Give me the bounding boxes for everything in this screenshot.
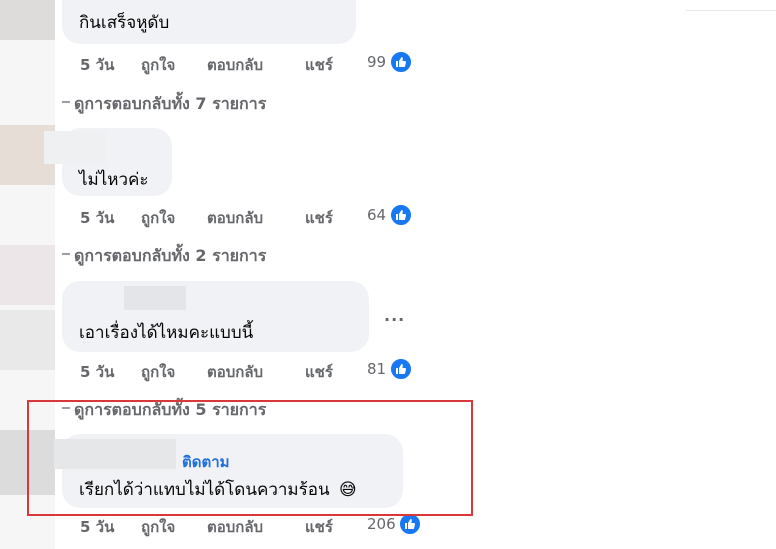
comment-actions: 5 วัน ถูกใจ ตอบกลับ แชร์ 64	[80, 206, 420, 228]
reaction-count[interactable]: 206	[367, 515, 396, 533]
reaction-count[interactable]: 81	[367, 360, 386, 378]
comment-bubble: ไม่ไหวค่ะ	[44, 128, 172, 196]
share-link[interactable]: แชร์	[305, 515, 333, 539]
like-link[interactable]: ถูกใจ	[141, 206, 175, 230]
view-replies-label: ดูการตอบกลับทั้ง 7 รายการ	[74, 94, 267, 113]
comment-time[interactable]: 5 วัน	[80, 206, 114, 230]
author-name[interactable]	[124, 286, 186, 310]
reaction-count[interactable]: 99	[367, 53, 386, 71]
highlight-box	[27, 400, 473, 516]
reply-link[interactable]: ตอบกลับ	[207, 360, 263, 384]
comment-bubble: เอาเรื่องได้ไหมคะแบบนี้	[62, 281, 369, 352]
avatar[interactable]	[0, 0, 55, 40]
avatar[interactable]	[0, 245, 55, 305]
comment-text: ไม่ไหวค่ะ	[79, 170, 149, 190]
view-replies-label: ดูการตอบกลับทั้ง 2 รายการ	[74, 246, 267, 265]
author-name[interactable]	[44, 131, 106, 164]
thumbs-up-icon[interactable]	[399, 513, 421, 535]
more-options-icon[interactable]: ...	[384, 306, 405, 325]
comment-text: เอาเรื่องได้ไหมคะแบบนี้	[79, 323, 254, 343]
thumbs-up-icon[interactable]	[390, 204, 412, 226]
comment-time[interactable]: 5 วัน	[80, 53, 114, 77]
share-link[interactable]: แชร์	[305, 53, 333, 77]
like-link[interactable]: ถูกใจ	[141, 360, 175, 384]
reply-link[interactable]: ตอบกลับ	[207, 515, 263, 539]
comment-actions: 5 วัน ถูกใจ ตอบกลับ แชร์ 81	[80, 360, 420, 382]
comment-text: กินเสร็จหูดับ	[79, 13, 170, 33]
comment-bubble: กินเสร็จหูดับ	[62, 0, 356, 44]
share-link[interactable]: แชร์	[305, 206, 333, 230]
thumbs-up-icon[interactable]	[390, 51, 412, 73]
comment-actions: 5 วัน ถูกใจ ตอบกลับ แชร์ 206	[80, 515, 420, 537]
reply-link[interactable]: ตอบกลับ	[207, 53, 263, 77]
view-replies-link[interactable]: ดูการตอบกลับทั้ง 2 รายการ	[62, 244, 362, 265]
like-link[interactable]: ถูกใจ	[141, 53, 175, 77]
comment-time[interactable]: 5 วัน	[80, 515, 114, 539]
reply-thread-line	[62, 101, 70, 103]
comment-actions: 5 วัน ถูกใจ ตอบกลับ แชร์ 99	[80, 53, 420, 75]
like-link[interactable]: ถูกใจ	[141, 515, 175, 539]
avatar[interactable]	[0, 310, 55, 370]
reply-link[interactable]: ตอบกลับ	[207, 206, 263, 230]
reply-thread-line	[62, 253, 70, 255]
comment-time[interactable]: 5 วัน	[80, 360, 114, 384]
share-link[interactable]: แชร์	[305, 360, 333, 384]
thumbs-up-icon[interactable]	[390, 358, 412, 380]
divider	[686, 0, 776, 11]
reaction-count[interactable]: 64	[367, 206, 386, 224]
view-replies-link[interactable]: ดูการตอบกลับทั้ง 7 รายการ	[62, 92, 362, 113]
